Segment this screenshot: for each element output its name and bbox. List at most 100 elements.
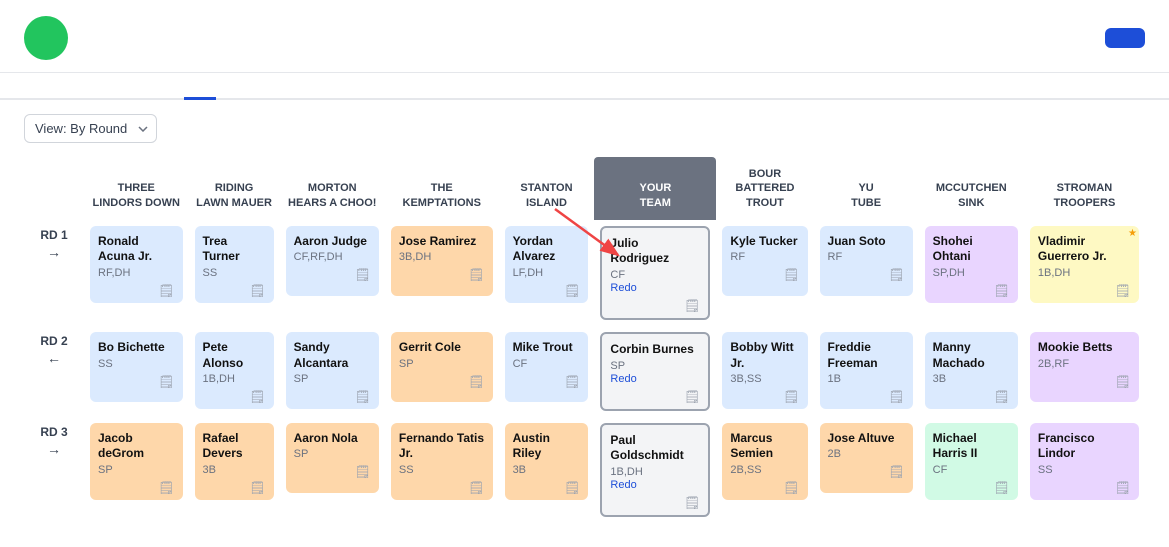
- note-icon[interactable]: 🗒: [564, 374, 581, 390]
- nav-categories[interactable]: [88, 73, 120, 100]
- pick-cell-r3-c6: Paul Goldschmidt1B,DHRedo🗒: [594, 417, 716, 523]
- player-position: SS: [203, 267, 266, 279]
- note-icon[interactable]: 🗒: [249, 480, 266, 496]
- note-icon[interactable]: 🗒: [993, 283, 1010, 299]
- pick-cell-r2-c9: Manny Machado 3B 🗒: [919, 326, 1024, 417]
- main-nav: [0, 73, 1169, 100]
- pick-cell-r3-c3: Aaron NolaSP🗒: [280, 417, 385, 523]
- note-icon[interactable]: 🗒: [468, 480, 485, 496]
- note-icon[interactable]: 🗒: [249, 389, 266, 405]
- grade-badge: [24, 16, 68, 60]
- round-label-3: RD 3→: [24, 417, 84, 523]
- player-name: Kyle Tucker: [730, 234, 799, 250]
- player-name: Manny Machado: [933, 340, 1010, 371]
- pick-card-r2-c1: Bo BichetteSS🗒: [90, 332, 183, 402]
- note-icon[interactable]: 🗒: [158, 374, 175, 390]
- player-name: Shohei Ohtani: [933, 234, 1010, 265]
- player-name: Bobby Witt Jr.: [730, 340, 799, 371]
- draft-board-table: THREELINDORS DOWNRIDINGLAWN MAUERMORTONH…: [24, 157, 1145, 523]
- note-icon[interactable]: 🗒: [1114, 480, 1131, 496]
- pick-cell-r1-c9: Shohei OhtaniSP,DH🗒: [919, 220, 1024, 326]
- note-icon[interactable]: 🗒: [888, 267, 905, 283]
- player-position: 3B,SS: [730, 373, 799, 385]
- mock-again-button[interactable]: [1105, 28, 1145, 48]
- redo-link[interactable]: Redo: [610, 479, 700, 491]
- col-header-col3: MORTONHEARS A CHOO!: [280, 157, 385, 220]
- nav-draft-board[interactable]: [184, 73, 216, 100]
- note-icon[interactable]: 🗒: [564, 480, 581, 496]
- pick-cell-r2-c10: Mookie Betts2B,RF🗒: [1024, 326, 1145, 417]
- note-icon[interactable]: 🗒: [468, 267, 485, 283]
- note-icon[interactable]: 🗒: [468, 374, 485, 390]
- player-position: 2B: [828, 448, 905, 460]
- note-icon[interactable]: 🗒: [1114, 374, 1131, 390]
- corner-icon: ★: [1128, 228, 1137, 239]
- pick-cell-r3-c10: Francisco LindorSS🗒: [1024, 417, 1145, 523]
- pick-card-r2-c6: Corbin BurnesSPRedo🗒: [600, 332, 710, 411]
- col-header-col9: MCCUTCHENSINK: [919, 157, 1024, 220]
- pick-cell-r1-c4: Jose Ramirez3B,DH 🗒: [385, 220, 499, 326]
- player-position: CF: [610, 269, 700, 281]
- pick-cell-r2-c7: Bobby Witt Jr. 3B,SS 🗒: [716, 326, 813, 417]
- note-icon[interactable]: 🗒: [354, 389, 371, 405]
- player-name: Rafael Devers: [203, 431, 266, 462]
- note-icon[interactable]: 🗒: [354, 267, 371, 283]
- player-position: LF,DH: [513, 267, 581, 279]
- col-header-col4: THEKEMPTATIONS: [385, 157, 499, 220]
- header-left: [24, 16, 82, 60]
- nav-team-strengths[interactable]: [152, 73, 184, 100]
- note-icon[interactable]: 🗒: [354, 464, 371, 480]
- pick-card-r2-c9: Manny Machado 3B 🗒: [925, 332, 1018, 409]
- pick-card-r3-c10: Francisco LindorSS🗒: [1030, 423, 1139, 500]
- player-position: CF,RF,DH: [294, 251, 371, 263]
- note-icon[interactable]: 🗒: [684, 389, 701, 405]
- pick-cell-r1-c6: Julio RodriguezCFRedo🗒: [594, 220, 716, 326]
- redo-link[interactable]: Redo: [610, 282, 700, 294]
- nav-steals-reaches[interactable]: [120, 73, 152, 100]
- note-icon[interactable]: 🗒: [888, 389, 905, 405]
- nav-expert-opinions[interactable]: [56, 73, 88, 100]
- pick-cell-r2-c2: Pete Alonso1B,DH🗒: [189, 326, 280, 417]
- col-header-col7: BOURBATTERED TROUT: [716, 157, 813, 220]
- pick-cell-r2-c1: Bo BichetteSS🗒: [84, 326, 189, 417]
- note-icon[interactable]: 🗒: [993, 389, 1010, 405]
- redo-link[interactable]: Redo: [610, 373, 700, 385]
- view-select[interactable]: View: By Round View: By Team: [24, 114, 157, 143]
- note-icon[interactable]: 🗒: [684, 298, 701, 314]
- pick-cell-r2-c3: Sandy AlcantaraSP🗒: [280, 326, 385, 417]
- pick-cell-r3-c9: Michael Harris IICF🗒: [919, 417, 1024, 523]
- player-name: Jose Ramirez: [399, 234, 485, 250]
- col-header-col2: RIDINGLAWN MAUER: [189, 157, 280, 220]
- note-icon[interactable]: 🗒: [684, 495, 701, 511]
- player-position: SP: [610, 360, 700, 372]
- player-name: Mike Trout: [513, 340, 581, 356]
- nav-summary[interactable]: [24, 73, 56, 100]
- note-icon[interactable]: 🗒: [783, 267, 800, 283]
- note-icon[interactable]: 🗒: [1114, 283, 1131, 299]
- pick-cell-r1-c1: Ronald Acuna Jr.RF,DH🗒: [84, 220, 189, 326]
- note-icon[interactable]: 🗒: [783, 480, 800, 496]
- pick-cell-r1-c8: Juan SotoRF🗒: [814, 220, 919, 326]
- col-header-col1: THREELINDORS DOWN: [84, 157, 189, 220]
- player-position: 1B: [828, 373, 905, 385]
- note-icon[interactable]: 🗒: [993, 480, 1010, 496]
- player-name: Fernando Tatis Jr.: [399, 431, 485, 462]
- player-position: SP: [294, 373, 371, 385]
- player-position: CF: [513, 358, 581, 370]
- note-icon[interactable]: 🗒: [249, 283, 266, 299]
- note-icon[interactable]: 🗒: [158, 480, 175, 496]
- pick-cell-r3-c4: Fernando Tatis Jr.SS🗒: [385, 417, 499, 523]
- player-name: Michael Harris II: [933, 431, 1010, 462]
- note-icon[interactable]: 🗒: [888, 464, 905, 480]
- player-position: 3B,DH: [399, 251, 485, 263]
- note-icon[interactable]: 🗒: [783, 389, 800, 405]
- toolbar: View: By Round View: By Team: [0, 100, 1169, 157]
- pick-card-r1-c9: Shohei OhtaniSP,DH🗒: [925, 226, 1018, 303]
- pick-card-r2-c2: Pete Alonso1B,DH🗒: [195, 332, 274, 409]
- note-icon[interactable]: 🗒: [564, 283, 581, 299]
- player-name: Vladimir Guerrero Jr.: [1038, 234, 1131, 265]
- player-position: 3B: [513, 464, 581, 476]
- player-position: 3B: [933, 373, 1010, 385]
- note-icon[interactable]: 🗒: [158, 283, 175, 299]
- pick-card-r2-c10: Mookie Betts2B,RF🗒: [1030, 332, 1139, 402]
